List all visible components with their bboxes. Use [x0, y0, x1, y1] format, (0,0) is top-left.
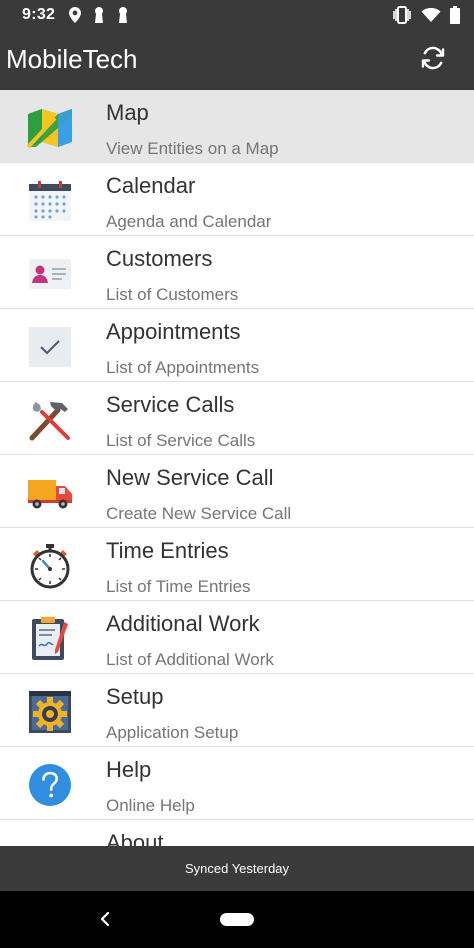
menu-item-title: Additional Work: [106, 611, 260, 636]
gear-icon: [26, 688, 74, 736]
menu-item-title: Time Entries: [106, 538, 229, 563]
wifi-icon: [421, 7, 441, 23]
menu-item-title: Appointments: [106, 319, 241, 344]
tools-icon: [26, 396, 74, 444]
menu-item-subtitle: Application Setup: [106, 723, 239, 742]
about-icon: [26, 834, 74, 846]
clipboard-icon: [26, 615, 74, 663]
menu-item-time-entries[interactable]: Time Entries List of Time Entries: [0, 528, 474, 601]
menu-item-about[interactable]: About: [0, 820, 474, 846]
menu-item-map[interactable]: Map View Entities on a Map: [0, 90, 474, 163]
menu-item-title: Customers: [106, 246, 213, 271]
menu-item-subtitle: List of Service Calls: [106, 431, 256, 450]
menu-item-subtitle: Create New Service Call: [106, 504, 292, 523]
location-icon: [68, 6, 82, 24]
help-icon: [26, 761, 74, 809]
vibrate-icon: [392, 6, 412, 24]
menu-item-title: Calendar: [106, 173, 196, 198]
menu-item-new-service-call[interactable]: New Service Call Create New Service Call: [0, 455, 474, 528]
checkmark-icon: [26, 323, 74, 371]
menu-item-setup[interactable]: Setup Application Setup: [0, 674, 474, 747]
app-title: MobileTech: [6, 44, 138, 74]
menu-item-subtitle: List of Additional Work: [106, 650, 274, 669]
system-nav-bar: [0, 891, 474, 948]
menu-item-title: About: [106, 830, 164, 846]
sync-button[interactable]: [416, 43, 450, 77]
menu-item-subtitle: List of Appointments: [106, 358, 260, 377]
stopwatch-icon: [26, 542, 74, 590]
menu-item-service-calls[interactable]: Service Calls List of Service Calls: [0, 382, 474, 455]
menu-item-title: Map: [106, 100, 149, 125]
truck-icon: [26, 469, 74, 517]
menu-item-additional-work[interactable]: Additional Work List of Additional Work: [0, 601, 474, 674]
keyhole-icon: [92, 6, 106, 24]
menu-item-title: New Service Call: [106, 465, 274, 490]
calendar-icon: [26, 177, 74, 225]
menu-item-help[interactable]: Help Online Help: [0, 747, 474, 820]
main-menu-list: Map View Entities on a Map Calendar Agen…: [0, 90, 474, 846]
sync-status-text: Synced Yesterday: [184, 861, 290, 876]
menu-item-customers[interactable]: Customers List of Customers: [0, 236, 474, 309]
customer-card-icon: [26, 250, 74, 298]
status-time: 9:32: [22, 6, 56, 23]
menu-item-appointments[interactable]: Appointments List of Appointments: [0, 309, 474, 382]
menu-item-title: Service Calls: [106, 392, 235, 417]
menu-item-calendar[interactable]: Calendar Agenda and Calendar: [0, 163, 474, 236]
status-bar: 9:32: [0, 0, 474, 30]
menu-item-title: Help: [106, 757, 152, 782]
battery-icon: [450, 6, 460, 24]
sync-status-bar: Synced Yesterday: [0, 846, 474, 891]
app-bar: MobileTech: [0, 30, 474, 90]
menu-item-subtitle: Online Help: [106, 796, 195, 815]
back-icon[interactable]: [96, 909, 116, 929]
menu-item-subtitle: View Entities on a Map: [106, 139, 279, 158]
menu-item-subtitle: List of Customers: [106, 285, 239, 304]
map-icon: [26, 104, 74, 152]
home-button[interactable]: [220, 913, 254, 926]
keyhole-icon: [116, 6, 130, 24]
sync-icon: [418, 43, 448, 78]
menu-item-title: Setup: [106, 684, 164, 709]
menu-item-subtitle: List of Time Entries: [106, 577, 251, 596]
menu-item-subtitle: Agenda and Calendar: [106, 212, 272, 231]
